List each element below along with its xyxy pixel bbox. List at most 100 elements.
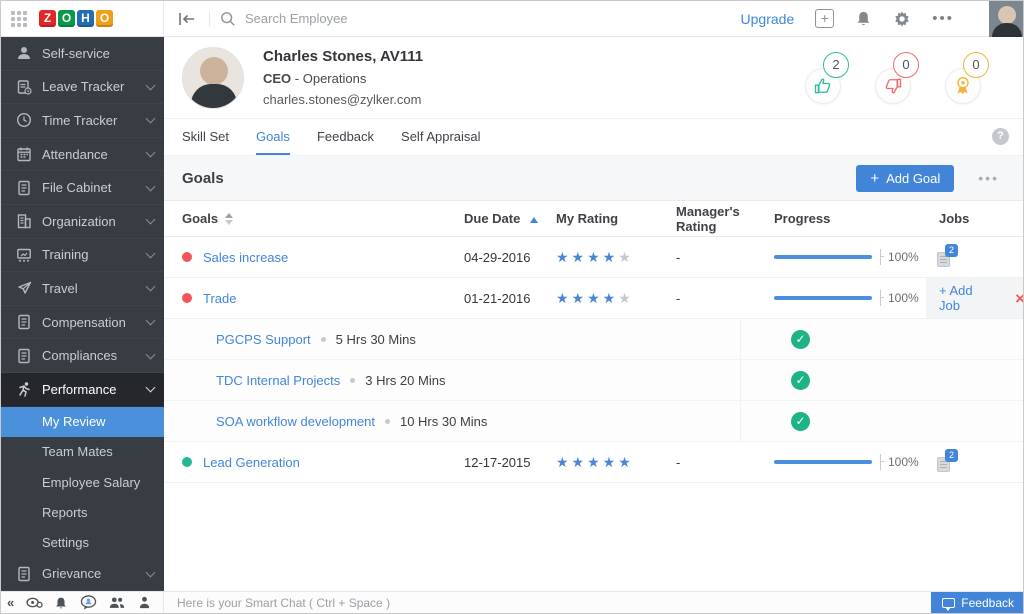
progress-label: 100% <box>888 291 919 305</box>
chevron-down-icon <box>145 567 156 578</box>
app-launcher-icon[interactable] <box>11 10 27 27</box>
chevron-down-icon <box>145 248 156 259</box>
goal-row-trade[interactable]: Trade 01-21-2016 ★★★★★ - 100% + Add Job … <box>164 278 1023 319</box>
tab-feedback[interactable]: Feedback <box>317 119 374 153</box>
completed-check-icon: ✓ <box>791 370 810 390</box>
smart-chat-input[interactable] <box>164 595 932 610</box>
sidebar-item-attendance[interactable]: Attendance <box>1 138 164 172</box>
progress-bar[interactable] <box>774 255 872 259</box>
jobs-doc-icon[interactable]: 2 <box>937 243 958 267</box>
collapse-footer-icon[interactable]: « <box>7 595 14 610</box>
help-icon[interactable]: ? <box>992 128 1009 145</box>
sort-asc-icon[interactable] <box>530 217 539 223</box>
colleagues-icon[interactable] <box>108 596 126 609</box>
sidebar-item-reports[interactable]: Reports <box>1 497 164 527</box>
user-avatar[interactable] <box>989 1 1023 37</box>
training-icon <box>16 247 32 263</box>
job-link[interactable]: PGCPS Support <box>216 332 311 347</box>
tab-self-appraisal[interactable]: Self Appraisal <box>401 119 481 153</box>
settings-gear-icon[interactable] <box>893 10 911 28</box>
add-goal-button[interactable]: + Add Goal <box>856 164 955 192</box>
goal-row-lead-generation[interactable]: Lead Generation 12-17-2015 ★★★★★ - 100% … <box>164 442 1023 483</box>
feedback-button[interactable]: Feedback <box>931 592 1023 613</box>
sort-goals-icon[interactable] <box>225 212 234 225</box>
progress-bar[interactable] <box>774 296 872 300</box>
feedback-label: Feedback <box>961 595 1014 610</box>
sidebar-item-my-review[interactable]: My Review <box>1 406 164 437</box>
section-title: Goals <box>182 169 224 187</box>
sidebar-item-label: Attendance <box>42 146 108 162</box>
due-date: 04-29-2016 <box>464 249 531 265</box>
jobs-count-badge: 2 <box>945 448 958 462</box>
progress-bar[interactable] <box>774 460 872 464</box>
profile-tabs: Skill Set Goals Feedback Self Appraisal … <box>164 119 1023 156</box>
sidebar-subitem-label: My Review <box>42 414 106 430</box>
sidebar-item-file-cabinet[interactable]: File Cabinet <box>1 171 164 205</box>
my-rating-stars[interactable]: ★★★★★ <box>556 454 676 471</box>
job-duration: 3 Hrs 20 Mins <box>365 372 446 388</box>
user-icon <box>16 45 32 61</box>
sidebar-item-grievance[interactable]: Grievance <box>1 557 164 592</box>
employee-email: charles.stones@zylker.com <box>263 92 422 107</box>
job-link[interactable]: TDC Internal Projects <box>216 373 340 388</box>
job-row-soa-workflow-development[interactable]: SOA workflow development 10 Hrs 30 Mins ✓ <box>164 401 1023 442</box>
footer-icons: « <box>1 592 164 613</box>
feeds-icon[interactable] <box>26 596 43 609</box>
sidebar-item-time-tracker[interactable]: Time Tracker <box>1 104 164 138</box>
my-rating-stars[interactable]: ★★★★★ <box>556 249 676 266</box>
upgrade-link[interactable]: Upgrade <box>741 11 795 27</box>
notifications-bell-icon[interactable] <box>855 10 872 27</box>
employee-avatar[interactable] <box>182 46 244 109</box>
sidebar-subitem-label: Team Mates <box>42 444 113 460</box>
collapse-sidebar-icon[interactable] <box>177 10 210 27</box>
my-rating-stars[interactable]: ★★★★★ <box>556 290 676 307</box>
sidebar-item-performance[interactable]: Performance <box>1 372 164 407</box>
goals-more-options-icon[interactable]: ••• <box>978 170 999 186</box>
search-input[interactable] <box>245 11 545 26</box>
search-icon <box>220 11 236 27</box>
goals-section-header: Goals + Add Goal ••• <box>164 156 1023 201</box>
notifications-bell-icon[interactable] <box>54 596 68 610</box>
goal-row-sales-increase[interactable]: Sales increase 04-29-2016 ★★★★★ - 100% 2 <box>164 237 1023 278</box>
job-row-tdc-internal-projects[interactable]: TDC Internal Projects 3 Hrs 20 Mins ✓ <box>164 360 1023 401</box>
thumbs-down-badge[interactable]: 0 <box>875 51 919 104</box>
goal-link[interactable]: Trade <box>203 291 236 306</box>
building-icon <box>16 213 32 229</box>
completed-check-icon: ✓ <box>791 411 810 431</box>
tab-skill-set[interactable]: Skill Set <box>182 119 229 153</box>
feedback-bubble-icon <box>942 597 956 611</box>
close-icon[interactable]: × <box>1015 290 1023 307</box>
sidebar-nav: Self-service Leave Tracker Time Tracker … <box>1 37 164 593</box>
profile-icon[interactable] <box>138 596 151 609</box>
jobs-doc-icon[interactable]: 2 <box>937 448 958 472</box>
due-date: 01-21-2016 <box>464 290 531 306</box>
sidebar-item-travel[interactable]: Travel <box>1 272 164 306</box>
sidebar-item-self-service[interactable]: Self-service <box>1 37 164 71</box>
sidebar-item-label: Travel <box>42 280 78 296</box>
job-row-pgcps-support[interactable]: PGCPS Support 5 Hrs 30 Mins ✓ <box>164 319 1023 360</box>
sidebar-item-training[interactable]: Training <box>1 239 164 273</box>
goal-link[interactable]: Lead Generation <box>203 455 300 470</box>
award-badge[interactable]: 0 <box>945 51 989 104</box>
employee-meta: Charles Stones, AV111 CEO - Operations c… <box>263 48 423 107</box>
more-options-icon[interactable]: ••• <box>932 11 954 26</box>
sidebar-item-employee-salary[interactable]: Employee Salary <box>1 467 164 497</box>
zoho-logo[interactable]: Z O H O <box>39 10 113 27</box>
employee-header: Charles Stones, AV111 CEO - Operations c… <box>164 37 1023 119</box>
status-dot-red <box>182 293 192 303</box>
sidebar-item-label: File Cabinet <box>42 180 112 196</box>
sidebar-item-compensation[interactable]: Compensation <box>1 306 164 340</box>
quick-add-icon[interactable]: + <box>815 9 835 28</box>
thumbs-up-badge[interactable]: 2 <box>805 51 849 104</box>
tab-goals[interactable]: Goals <box>255 119 290 155</box>
sidebar-item-settings[interactable]: Settings <box>1 527 164 557</box>
goal-link[interactable]: Sales increase <box>203 250 288 265</box>
sidebar-item-organization[interactable]: Organization <box>1 205 164 239</box>
job-link[interactable]: SOA workflow development <box>216 414 375 429</box>
sidebar-item-leave-tracker[interactable]: Leave Tracker <box>1 71 164 105</box>
add-job-link[interactable]: + Add Job <box>939 283 989 313</box>
smart-chat-icon[interactable] <box>80 595 97 610</box>
sidebar-item-team-mates[interactable]: Team Mates <box>1 437 164 467</box>
clock-icon <box>16 112 32 128</box>
sidebar-item-compliances[interactable]: Compliances <box>1 339 164 373</box>
